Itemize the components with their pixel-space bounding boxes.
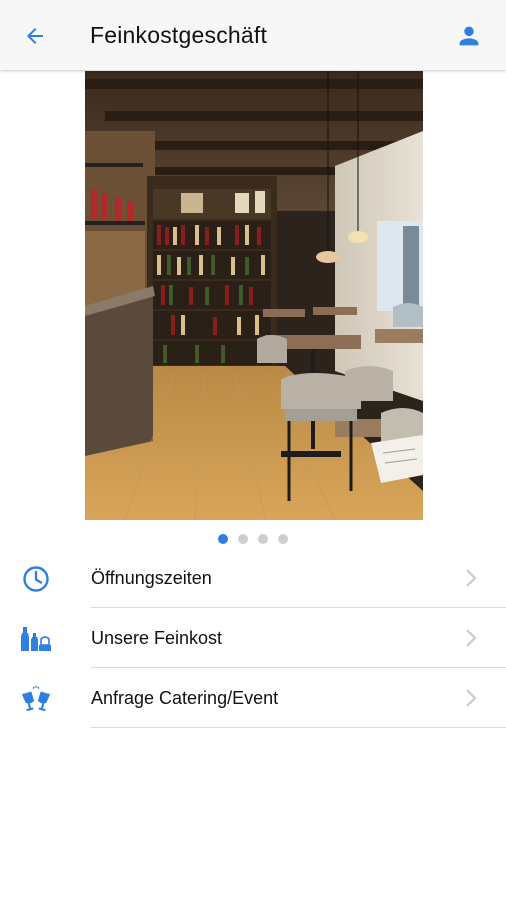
page-title: Feinkostgeschäft <box>90 22 268 48</box>
carousel-dot[interactable] <box>278 534 288 544</box>
carousel-indicator <box>0 534 506 544</box>
menu-list: Öffnungszeiten Unsere Feinkost Anfrage C… <box>0 548 506 728</box>
menu-item-label: Öffnungszeiten <box>91 568 212 588</box>
deli-interior-photo <box>85 71 423 520</box>
menu-item-our-delicatessen[interactable]: Unsere Feinkost <box>0 608 506 668</box>
person-icon <box>459 26 479 46</box>
menu-item-catering-request[interactable]: Anfrage Catering/Event <box>0 668 506 728</box>
carousel-dot[interactable] <box>258 534 268 544</box>
carousel-dot[interactable] <box>238 534 248 544</box>
chevron-right-icon <box>466 629 477 647</box>
menu-item-opening-hours[interactable]: Öffnungszeiten <box>0 548 506 608</box>
clock-icon <box>20 564 52 594</box>
carousel-dot[interactable] <box>218 534 228 544</box>
chevron-right-icon <box>466 689 477 707</box>
profile-button[interactable] <box>452 19 486 53</box>
arrow-left-icon <box>27 28 43 44</box>
divider <box>91 727 506 728</box>
menu-item-label: Unsere Feinkost <box>91 628 223 648</box>
wine-bottles-icon <box>20 624 52 654</box>
app-bar: Feinkostgeschäft <box>0 0 506 70</box>
chevron-right-icon <box>466 569 477 587</box>
back-button[interactable] <box>18 19 52 53</box>
menu-item-label: Anfrage Catering/Event <box>91 688 279 708</box>
toast-glasses-icon <box>20 684 52 714</box>
gallery-image[interactable] <box>85 71 423 520</box>
